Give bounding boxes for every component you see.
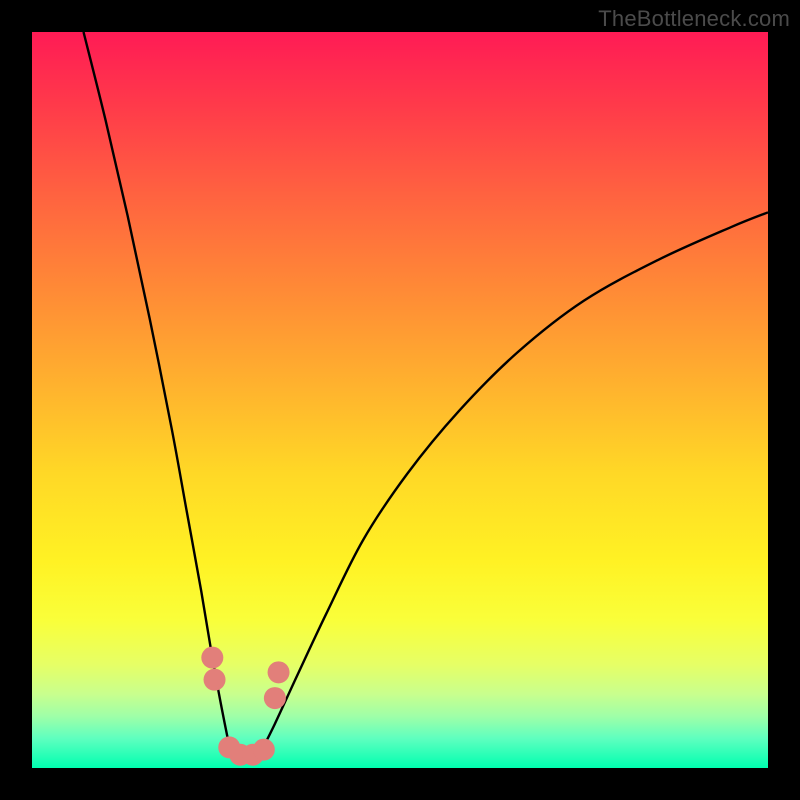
marker-point [253, 739, 275, 761]
plot-area [32, 32, 768, 768]
marker-point [268, 661, 290, 683]
outer-frame: TheBottleneck.com [0, 0, 800, 800]
marker-point [201, 647, 223, 669]
marker-point [264, 687, 286, 709]
marker-point [204, 669, 226, 691]
chart-svg [32, 32, 768, 768]
curve-right-branch [260, 212, 768, 753]
curve-left-branch [84, 32, 231, 753]
marker-group [201, 647, 289, 766]
watermark-text: TheBottleneck.com [598, 6, 790, 32]
